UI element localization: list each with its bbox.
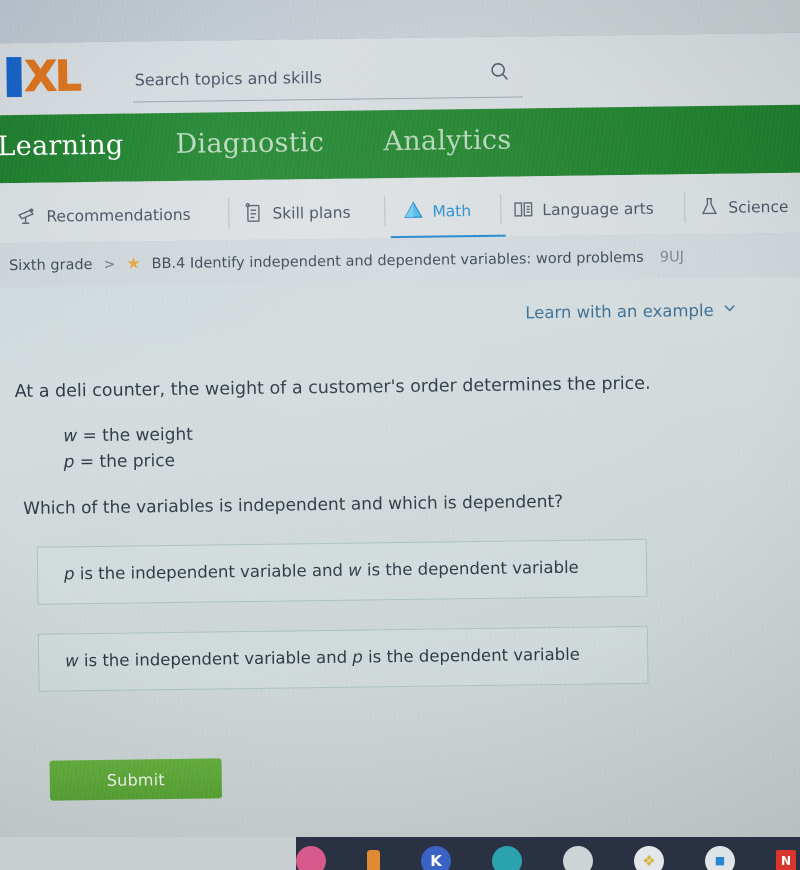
choice-symbol-1: w [65, 651, 79, 671]
tab-language-arts[interactable]: Language arts [512, 185, 654, 235]
variable-row: w = the weight [63, 423, 193, 450]
flask-icon [698, 196, 720, 220]
variable-symbol: w [63, 426, 78, 447]
learn-with-example-label: Learn with an example [525, 300, 714, 322]
tab-label: Language arts [542, 199, 654, 220]
camera-icon[interactable]: ■ [705, 845, 735, 870]
choice-symbol-2: w [348, 560, 362, 580]
submit-button[interactable]: Submit [49, 758, 223, 801]
variable-row: p = the price [63, 448, 193, 475]
question-stem: At a deli counter, the weight of a custo… [14, 373, 651, 403]
logo-i-block [6, 56, 22, 98]
book-icon [512, 198, 534, 222]
breadcrumb-skill-title: BB.4 Identify independent and dependent … [151, 249, 644, 273]
answer-choice-a[interactable]: p is the independent variable and w is t… [36, 538, 648, 605]
choice-text-1: is the independent variable and [78, 647, 353, 671]
tab-divider [500, 194, 502, 225]
logo-xl-text: XL [24, 51, 81, 102]
tab-divider [228, 198, 230, 229]
nav-item-diagnostic[interactable]: Diagnostic [175, 127, 324, 160]
question-prompt: Which of the variables is independent an… [23, 491, 564, 519]
kahoot-icon[interactable]: K [421, 845, 451, 870]
screen-photo: XL Learning Diagnostic Analytics [0, 0, 800, 870]
pyramid-icon [402, 200, 424, 224]
orange-app-icon[interactable] [367, 849, 380, 870]
teal-app-icon[interactable] [492, 845, 522, 870]
tab-divider [684, 192, 686, 223]
search-input[interactable] [132, 58, 477, 96]
chevron-down-icon [722, 300, 738, 320]
choice-text-2: is the dependent variable [361, 557, 579, 580]
puzzle-icon[interactable]: ❖ [634, 845, 664, 870]
search-icon[interactable] [488, 61, 510, 85]
os-taskbar: K ❖ ■ N [0, 837, 800, 870]
tab-label: Recommendations [46, 205, 191, 226]
tab-math[interactable]: Math [402, 187, 471, 236]
chevron-right-icon: > [103, 256, 116, 273]
tab-recommendations[interactable]: Recommendations [16, 191, 191, 241]
tab-label: Science [728, 197, 789, 217]
choice-symbol-2: p [352, 647, 363, 667]
nav-item-learning[interactable]: Learning [0, 130, 124, 163]
skill-code: 9UJ [659, 249, 685, 266]
ixl-logo[interactable]: XL [6, 51, 81, 102]
star-icon[interactable]: ★ [126, 253, 141, 272]
tab-divider [384, 196, 386, 227]
search-bar[interactable] [132, 58, 523, 103]
choice-text-1: is the independent variable and [74, 560, 349, 584]
tab-science[interactable]: Science [698, 183, 789, 232]
variable-definition: = the weight [82, 424, 193, 447]
answer-choice-b[interactable]: w is the independent variable and p is t… [37, 625, 649, 692]
tab-label: Skill plans [272, 203, 351, 223]
variable-definition: = the price [79, 450, 176, 472]
checklist-icon [242, 202, 264, 226]
site-header: XL [0, 32, 800, 116]
tab-label: Math [432, 202, 472, 221]
primary-nav-bar: Learning Diagnostic Analytics [0, 104, 800, 194]
browser-page: XL Learning Diagnostic Analytics [0, 0, 800, 858]
learn-with-example-link[interactable]: Learn with an example [525, 300, 738, 323]
pink-app-icon[interactable] [296, 845, 326, 870]
choice-text-2: is the dependent variable [362, 644, 580, 667]
grey-app-icon[interactable] [563, 845, 593, 870]
variable-symbol: p [63, 451, 75, 472]
question-area: Learn with an example At a deli counter,… [0, 276, 800, 848]
nearpod-icon[interactable]: N [776, 849, 796, 870]
variable-definitions: w = the weight p = the price [63, 423, 193, 476]
telescope-icon [16, 205, 38, 229]
nav-item-analytics[interactable]: Analytics [383, 125, 511, 158]
breadcrumb-grade[interactable]: Sixth grade [9, 257, 93, 274]
breadcrumb: Sixth grade > ★ BB.4 Identify independen… [9, 246, 684, 274]
tab-skill-plans[interactable]: Skill plans [242, 189, 351, 238]
